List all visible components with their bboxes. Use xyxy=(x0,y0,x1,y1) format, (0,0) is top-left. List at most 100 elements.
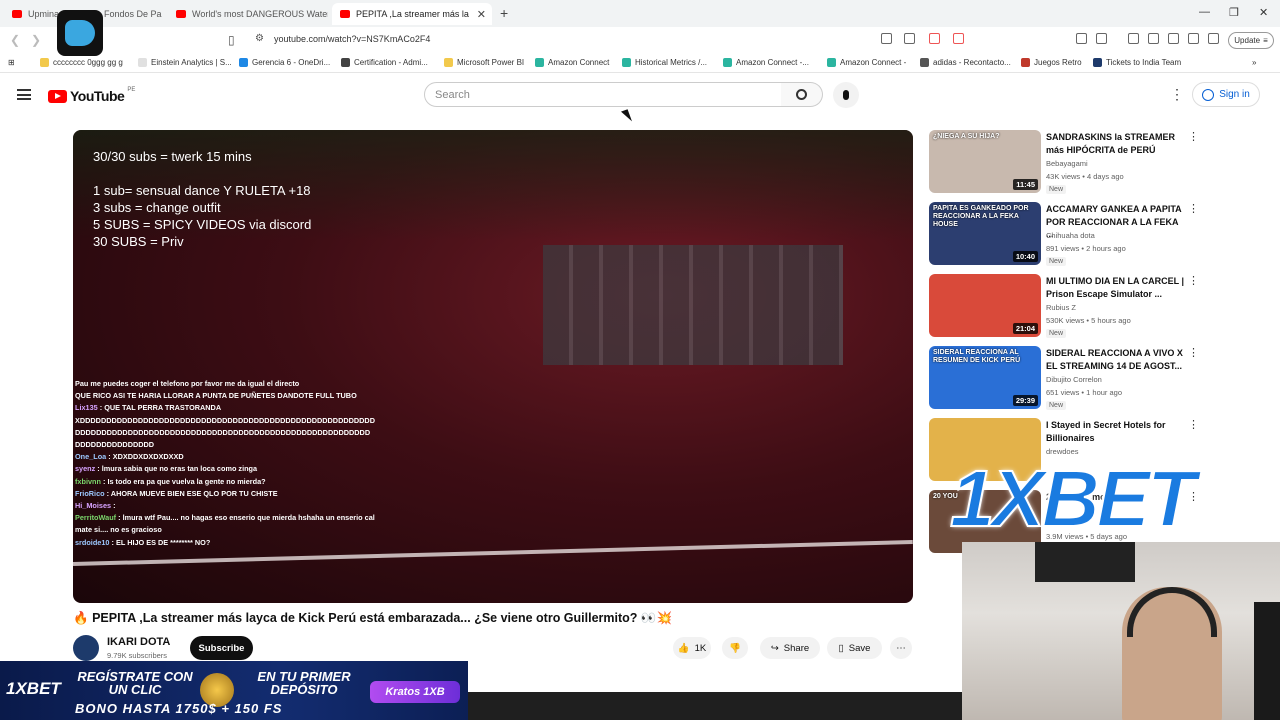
bookmark-item[interactable]: Tickets to India Team xyxy=(1093,58,1181,67)
rewards-icon[interactable] xyxy=(953,33,964,44)
extensions-icon[interactable] xyxy=(1076,33,1087,44)
channel-avatar[interactable] xyxy=(73,635,99,661)
recommended-video-title[interactable]: SIDERAL REACCIONA A VIVO X EL STREAMING … xyxy=(1046,347,1186,372)
chat-text: : xyxy=(111,501,116,511)
power-bi-icon xyxy=(444,58,453,67)
thumbs-down-icon: 👎 xyxy=(729,642,741,654)
bookmark-item[interactable]: Microsoft Power BI xyxy=(444,58,524,67)
vpn-icon[interactable] xyxy=(1208,33,1219,44)
recommended-video[interactable]: SIDERAL REACCIONA AL RESUMEN DE KICK PER… xyxy=(929,346,1199,412)
share-button[interactable]: ↪ Share xyxy=(760,637,820,659)
video-thumbnail[interactable]: ¿NIEGA A SU HIJA? 11:45 xyxy=(929,130,1041,193)
bookmark-favicon-icon xyxy=(138,58,147,67)
recommended-channel-name[interactable]: Rubius Z xyxy=(1046,303,1076,312)
video-thumbnail[interactable]: PAPITA ES GANKEADO POR REACCIONAR A LA F… xyxy=(929,202,1041,265)
stream-chat-overlay: Pau me puedes coger el telefono por favo… xyxy=(75,378,375,549)
bookmark-item[interactable]: Amazon Connect - xyxy=(827,58,906,67)
video-options-icon[interactable]: ⋮ xyxy=(1188,204,1199,215)
ad-bonus: BONO HASTA 1750$ + 150 FS xyxy=(75,701,283,716)
like-button[interactable]: 👍 1K xyxy=(673,637,711,659)
chat-username: One_Loa xyxy=(75,452,107,462)
youtube-logo[interactable]: YouTube PE xyxy=(48,87,135,104)
forward-arrow-icon[interactable]: ❯ xyxy=(31,33,41,47)
save-button[interactable]: ▯ Save xyxy=(827,637,882,659)
settings-menu-icon[interactable]: ⋮ xyxy=(1170,87,1184,101)
update-button[interactable]: Update ≡ xyxy=(1228,32,1274,49)
chat-message: srdoide10 : EL HIJO ES DE ******** NO? xyxy=(75,537,375,549)
video-background-posters xyxy=(543,245,843,365)
close-window-icon[interactable]: ✕ xyxy=(1259,6,1268,19)
new-tab-button[interactable]: + xyxy=(500,5,508,21)
restore-icon[interactable]: ❐ xyxy=(1229,6,1239,19)
more-actions-button[interactable]: ⋯ xyxy=(890,637,912,659)
recommended-video[interactable]: PAPITA ES GANKEADO POR REACCIONAR A LA F… xyxy=(929,202,1199,268)
recommended-channel-name[interactable]: Dibujito Correlon xyxy=(1046,375,1102,384)
recommended-video-title[interactable]: SANDRASKINS la STREAMER más HIPÓCRITA de… xyxy=(1046,131,1186,156)
voice-search-button[interactable] xyxy=(833,82,859,108)
game-icon xyxy=(1021,58,1030,67)
sign-in-button[interactable]: Sign in xyxy=(1192,82,1260,107)
url-field[interactable]: youtube.com/watch?v=NS7KmACo2F4 xyxy=(274,34,430,44)
recommended-video[interactable]: 21:04 MI ULTIMO DIA EN LA CARCEL | Prison… xyxy=(929,274,1199,340)
media-icon[interactable] xyxy=(1128,33,1139,44)
back-arrow-icon[interactable]: ❮ xyxy=(10,33,20,47)
video-options-icon[interactable]: ⋮ xyxy=(1188,420,1199,431)
youtube-header: YouTube PE Search ⋮ Sign in xyxy=(0,74,1280,116)
youtube-favicon-icon xyxy=(340,10,350,18)
bookmark-icon[interactable]: ▯ xyxy=(228,33,235,47)
chat-text: : lmura wtf Pau.... no hagas eso enserio… xyxy=(75,513,375,535)
recommended-channel-name[interactable]: Bebayagami xyxy=(1046,159,1088,168)
chat-username: fxbivnn xyxy=(75,476,101,486)
close-tab-icon[interactable]: ✕ xyxy=(477,8,486,21)
video-options-icon[interactable]: ⋮ xyxy=(1188,276,1199,287)
brave-shield-icon[interactable] xyxy=(929,33,940,44)
channel-name[interactable]: IKARI DOTA xyxy=(107,636,170,648)
video-thumbnail[interactable]: SIDERAL REACCIONA AL RESUMEN DE KICK PER… xyxy=(929,346,1041,409)
chat-text: : EL HIJO ES DE ******** NO? xyxy=(109,537,211,547)
bookmark-item[interactable]: Einstein Analytics | S... xyxy=(138,58,232,67)
apps-grid-icon[interactable]: ⊞ xyxy=(8,58,15,67)
bookmark-item[interactable]: adidas - Recontacto... xyxy=(920,58,1011,67)
video-options-icon[interactable]: ⋮ xyxy=(1188,132,1199,143)
video-options-icon[interactable]: ⋮ xyxy=(1188,348,1199,359)
dislike-button[interactable]: 👎 xyxy=(722,637,748,659)
subscribe-button[interactable]: Subscribe xyxy=(190,636,253,660)
account-icon xyxy=(1202,88,1215,101)
reading-list-icon[interactable] xyxy=(1148,33,1159,44)
site-info-icon[interactable]: ⚙ xyxy=(255,33,264,44)
more-bookmarks-icon[interactable]: » xyxy=(1252,58,1256,67)
video-thumbnail[interactable]: 21:04 xyxy=(929,274,1041,337)
subscriber-count: 9.79K subscribers xyxy=(107,651,168,660)
bookmark-item[interactable]: Certification - Admi... xyxy=(341,58,428,67)
recommended-video-title[interactable]: I Stayed in Secret Hotels for Billionair… xyxy=(1046,419,1186,444)
bookmark-item[interactable]: Juegos Retro xyxy=(1021,58,1082,67)
video-player[interactable]: 30/30 subs = twerk 15 mins 1 sub= sensua… xyxy=(73,130,913,603)
leo-icon[interactable] xyxy=(1188,33,1199,44)
video-duration: 10:40 xyxy=(1012,251,1038,262)
browser-tab[interactable]: Fondos De Pa xyxy=(96,3,166,25)
search-button[interactable] xyxy=(781,82,823,107)
share-page-icon[interactable] xyxy=(904,33,915,44)
thumbnail-text: SIDERAL REACCIONA AL RESUMEN DE KICK PER… xyxy=(933,349,1021,364)
recommended-channel-name[interactable]: Chihuaha dota xyxy=(1046,231,1095,240)
bookmark-item[interactable]: Amazon Connect -... xyxy=(723,58,809,67)
bookmark-item[interactable]: Historical Metrics /... xyxy=(622,58,707,67)
bottom-ad-banner[interactable]: 1XBET REGÍSTRATE CON UN CLIC EN TU PRIME… xyxy=(0,661,468,720)
browser-tab-active[interactable]: PEPITA ,La streamer más la ✕ xyxy=(332,3,492,25)
wallet-icon[interactable] xyxy=(1168,33,1179,44)
hamburger-menu-icon[interactable] xyxy=(17,89,31,100)
cloud-icon xyxy=(827,58,836,67)
search-input[interactable]: Search xyxy=(424,82,782,107)
cast-icon[interactable] xyxy=(881,33,892,44)
chat-message: Pau me puedes coger el telefono por favo… xyxy=(75,378,375,390)
new-badge: New xyxy=(1046,329,1067,338)
recommended-video-title[interactable]: MI ULTIMO DIA EN LA CARCEL | Prison Esca… xyxy=(1046,275,1186,300)
sidebar-icon[interactable] xyxy=(1096,33,1107,44)
bookmark-item[interactable]: Gerencia 6 - OneDri... xyxy=(239,58,330,67)
bookmark-item[interactable]: cccccccc 0ggg gg g xyxy=(40,58,123,67)
recommended-video[interactable]: ¿NIEGA A SU HIJA? 11:45 SANDRASKINS la STR… xyxy=(929,130,1199,196)
browser-tab[interactable]: World's most DANGEROUS Water Sli xyxy=(168,3,328,25)
minimize-icon[interactable]: — xyxy=(1199,6,1210,18)
chat-text: QUE RICO ASI TE HARIA LLORAR A PUNTA DE … xyxy=(75,391,357,401)
bookmark-item[interactable]: Amazon Connect xyxy=(535,58,609,67)
